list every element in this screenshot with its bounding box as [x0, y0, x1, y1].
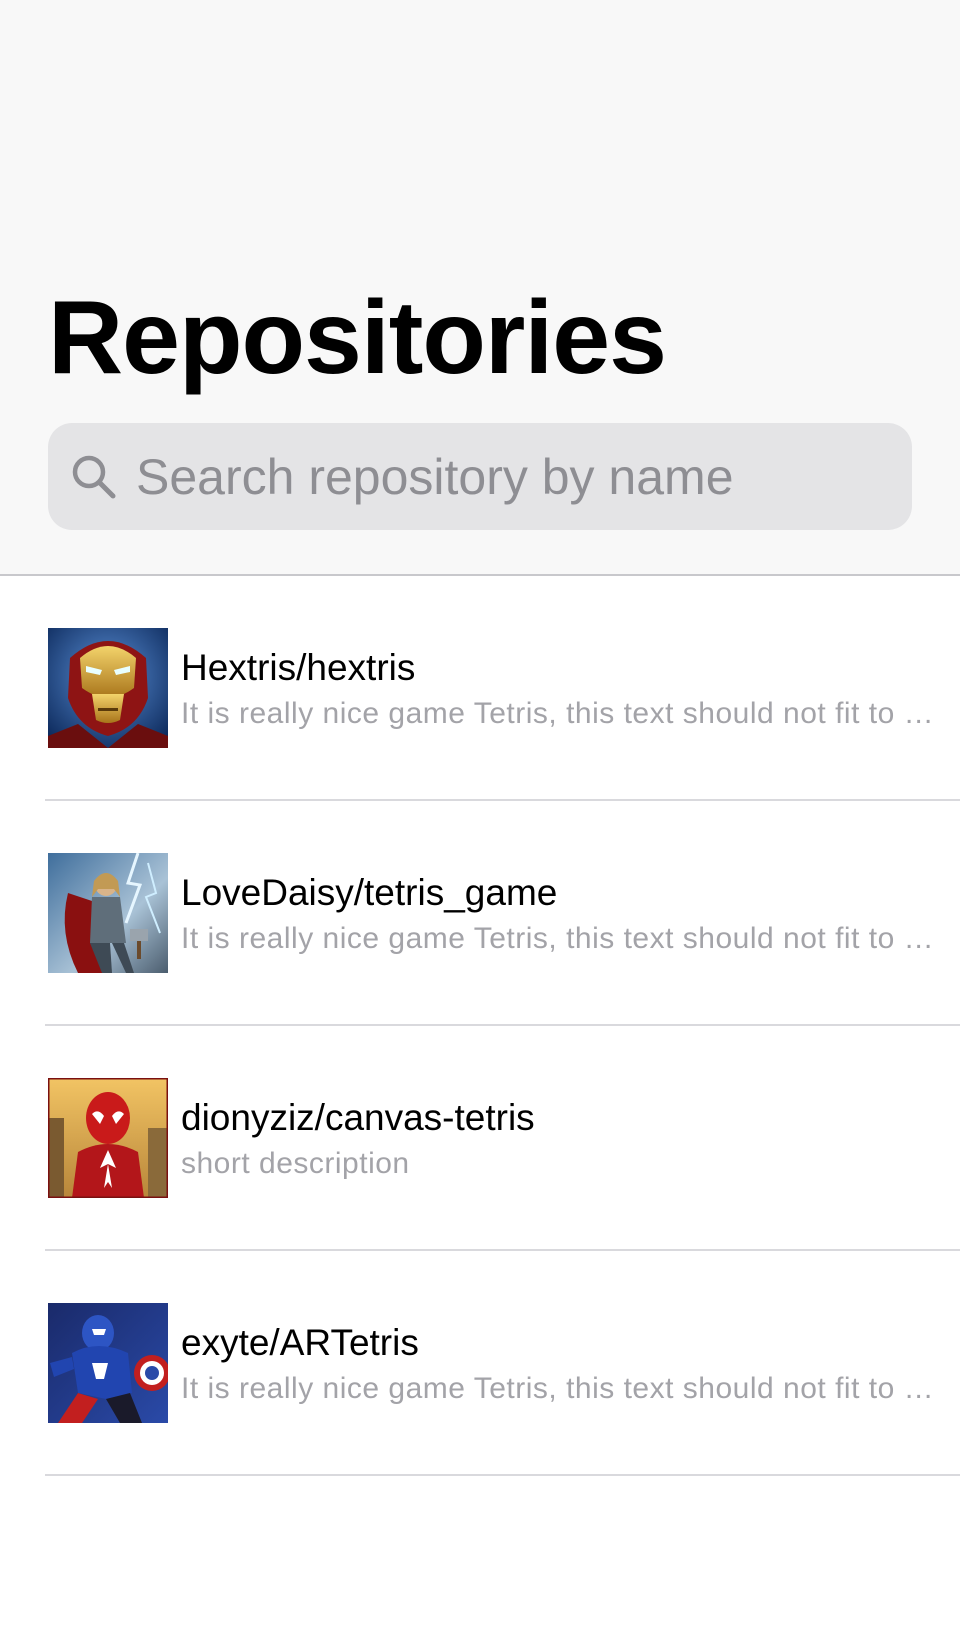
iron-man-avatar	[48, 628, 168, 748]
search-bar[interactable]	[48, 423, 912, 530]
repository-row[interactable]: LoveDaisy/tetris_game It is really nice …	[0, 801, 960, 1026]
repository-description: It is really nice game Tetris, this text…	[181, 697, 947, 730]
repository-description: short description	[181, 1147, 410, 1180]
spider-man-avatar	[48, 1078, 168, 1198]
repository-name: exyte/ARTetris	[181, 1322, 419, 1363]
repository-row[interactable]: dionyziz/canvas-tetris short description	[0, 1026, 960, 1251]
thor-avatar	[48, 853, 168, 973]
repository-description: It is really nice game Tetris, this text…	[181, 1372, 947, 1405]
search-icon	[72, 455, 116, 499]
repository-list: Hextris/hextris It is really nice game T…	[0, 576, 960, 1476]
repository-name: dionyziz/canvas-tetris	[181, 1097, 535, 1138]
repository-name: LoveDaisy/tetris_game	[181, 872, 558, 913]
repository-name: Hextris/hextris	[181, 647, 416, 688]
search-input[interactable]	[136, 423, 896, 530]
page-title: Repositories	[48, 280, 667, 396]
repository-row[interactable]: Hextris/hextris It is really nice game T…	[0, 576, 960, 801]
navigation-header: Repositories	[0, 0, 960, 576]
repository-description: It is really nice game Tetris, this text…	[181, 922, 947, 955]
row-divider	[45, 1474, 960, 1476]
repository-row[interactable]: exyte/ARTetris It is really nice game Te…	[0, 1251, 960, 1476]
captain-america-avatar	[48, 1303, 168, 1423]
